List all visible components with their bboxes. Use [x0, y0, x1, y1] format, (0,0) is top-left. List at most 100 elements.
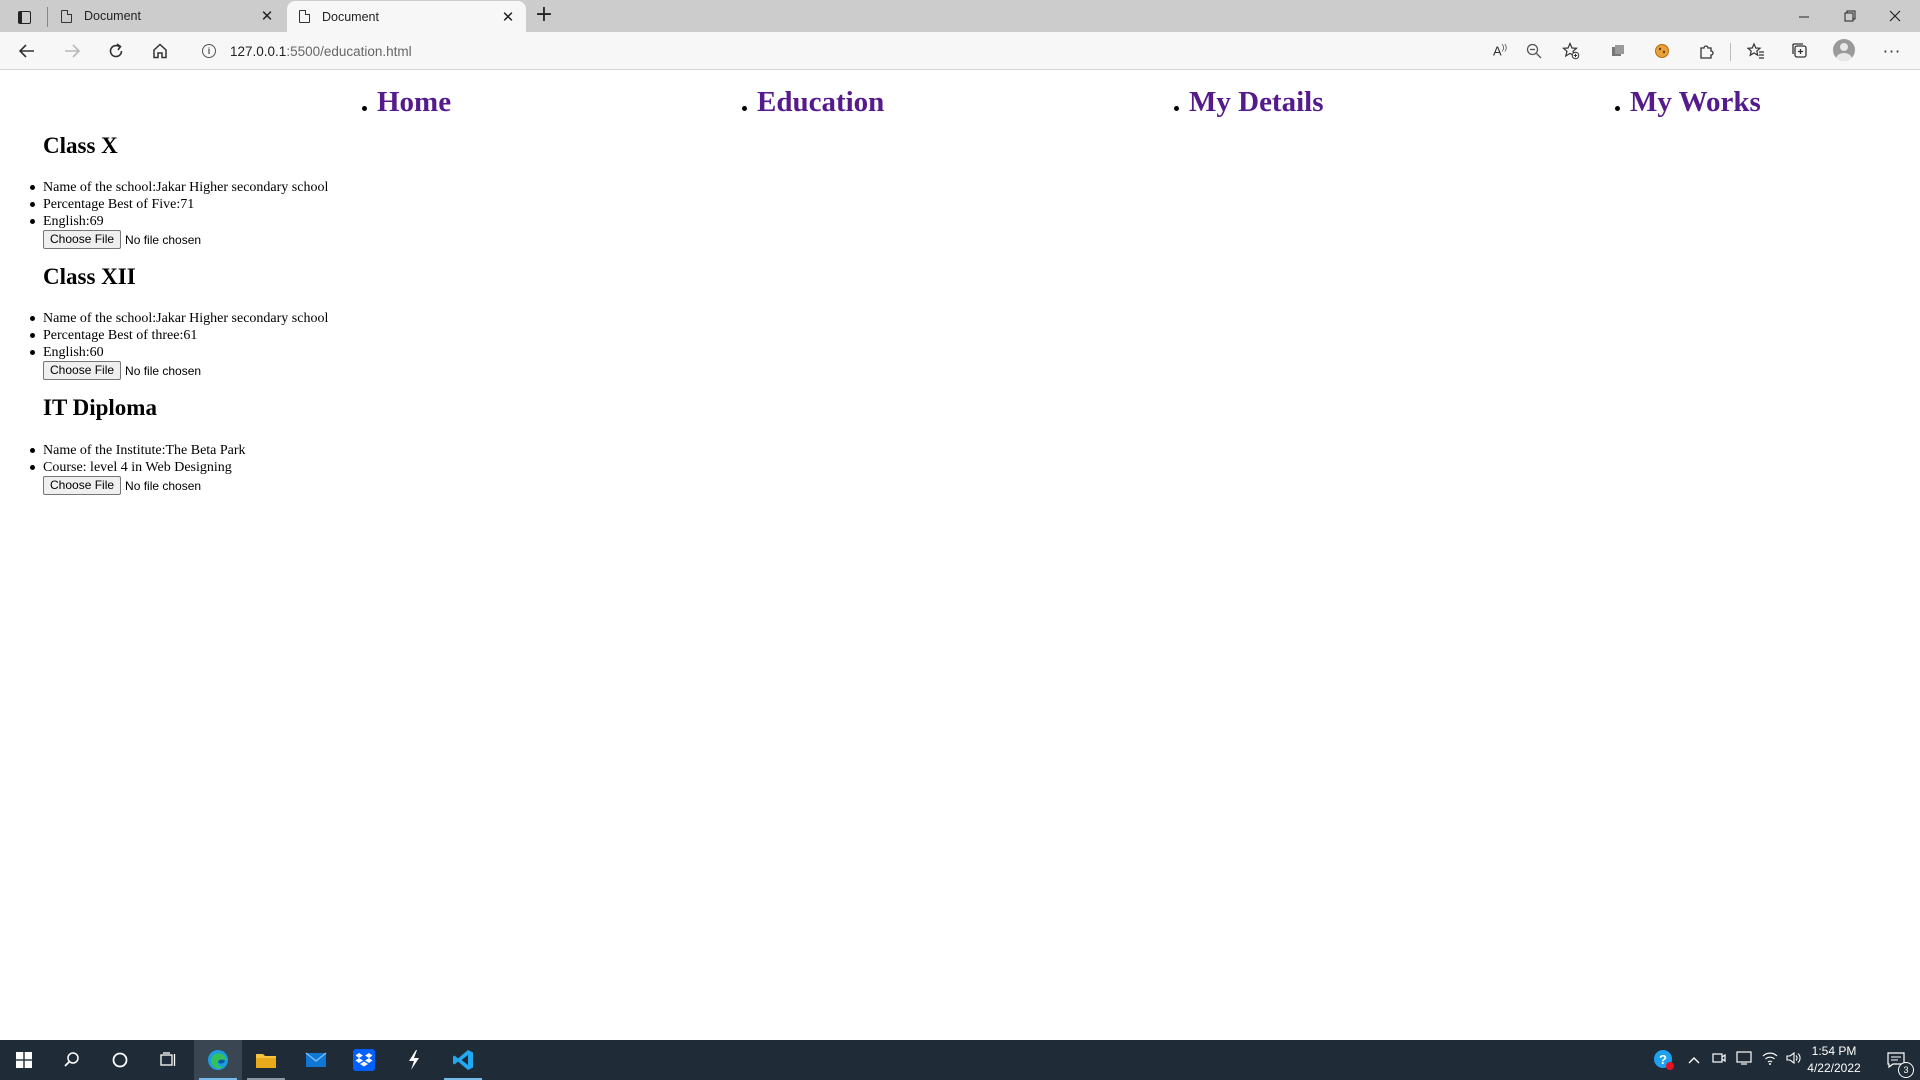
minimize-button[interactable]: [1782, 4, 1826, 28]
main-nav: Home Education My Details My Works: [0, 82, 1920, 122]
close-window-button[interactable]: [1873, 4, 1917, 28]
search-icon: [64, 1052, 79, 1067]
page-content: Home Education My Details My Works Class…: [0, 70, 1920, 1040]
task-view-icon: [160, 1052, 176, 1066]
chevron-glyph: [1688, 1057, 1700, 1064]
puzzle-icon: [1699, 44, 1714, 59]
extension-button-2[interactable]: [1648, 37, 1676, 65]
list-item: Percentage Best of three:61: [29, 327, 328, 344]
home-button[interactable]: [146, 37, 174, 65]
tab-document-2[interactable]: Document ✕: [287, 1, 526, 32]
settings-menu-button[interactable]: ···: [1878, 37, 1906, 65]
extension-button-1[interactable]: [1604, 37, 1632, 65]
back-button[interactable]: [13, 37, 41, 65]
edge-icon: [208, 1050, 228, 1070]
cortana-icon: [112, 1052, 128, 1068]
bullet-icon: [362, 105, 367, 111]
clock[interactable]: 1:54 PM 4/22/2022: [1800, 1043, 1868, 1077]
cookie-icon: [1655, 44, 1669, 58]
tab-separator: [47, 7, 48, 27]
tab-actions-icon: [17, 10, 31, 24]
nav-link-my-details[interactable]: My Details: [1189, 82, 1324, 122]
meet-now-icon[interactable]: [1712, 1051, 1726, 1070]
taskbar-file-explorer[interactable]: [242, 1040, 290, 1080]
section-heading: IT Diploma: [43, 395, 157, 420]
tab-document-1[interactable]: Document ✕: [49, 0, 285, 32]
taskbar-vscode[interactable]: [439, 1040, 487, 1080]
taskbar-mail[interactable]: [292, 1040, 340, 1080]
url-host: 127.0.0.1: [230, 43, 287, 59]
notification-center-button[interactable]: 3: [1872, 1040, 1920, 1080]
taskbar-app-bolt[interactable]: [390, 1040, 438, 1080]
favorites-button[interactable]: [1742, 37, 1770, 65]
address-bar[interactable]: i 127.0.0.1:5500/education.html: [188, 36, 1584, 66]
file-status: No file chosen: [125, 478, 202, 493]
wifi-icon[interactable]: [1762, 1051, 1778, 1070]
list-item: Name of the school:Jakar Higher secondar…: [29, 311, 329, 326]
notification-badge: 3: [1898, 1062, 1914, 1078]
refresh-button[interactable]: [102, 37, 130, 65]
nav-link-home[interactable]: Home: [377, 82, 451, 122]
choose-file-button[interactable]: Choose File: [43, 230, 122, 249]
toolbar-separator: [1730, 43, 1731, 61]
clock-time: 1:54 PM: [1811, 1044, 1857, 1058]
profile-avatar[interactable]: [1833, 39, 1855, 61]
extensions-button[interactable]: [1692, 37, 1720, 65]
nav-item-my-works: My Works: [1615, 82, 1761, 122]
close-icon[interactable]: ✕: [257, 6, 277, 26]
task-view-button[interactable]: [144, 1040, 192, 1080]
list-item: English:69: [29, 213, 328, 230]
bullet-icon: [1174, 105, 1179, 111]
url-path: :5500/education.html: [286, 43, 412, 59]
zoom-out-button[interactable]: [1520, 37, 1548, 65]
taskbar-dropbox[interactable]: [340, 1040, 388, 1080]
bullet-icon: [1615, 105, 1620, 111]
nav-link-education[interactable]: Education: [757, 82, 884, 122]
mail-icon: [305, 1052, 327, 1067]
wifi-glyph: [1762, 1052, 1778, 1065]
close-icon[interactable]: ✕: [498, 7, 518, 27]
choose-file-button[interactable]: Choose File: [43, 361, 122, 380]
section-heading: Class XII: [43, 264, 136, 289]
taskbar: ? 1:54 PM 4/22/2022 3: [0, 1040, 1920, 1080]
new-tab-button[interactable]: +: [532, 4, 556, 28]
tab-strip: Document ✕ Document ✕ +: [0, 0, 1920, 32]
nav-link-my-works[interactable]: My Works: [1630, 82, 1761, 122]
page-icon: [299, 10, 310, 23]
help-glyph: ?: [1654, 1050, 1674, 1070]
detail-list: Name of the school:Jakar Higher secondar…: [29, 179, 328, 230]
forward-button[interactable]: [58, 37, 86, 65]
info-icon[interactable]: i: [202, 44, 216, 58]
bullet-icon: [742, 105, 747, 111]
choose-file-button[interactable]: Choose File: [43, 476, 122, 495]
more-icon: ···: [1882, 41, 1902, 61]
cortana-button[interactable]: [96, 1040, 144, 1080]
file-input: Choose File No file chosen: [43, 361, 201, 380]
collections-icon: [1792, 43, 1807, 58]
read-aloud-icon: A)): [1493, 43, 1507, 59]
file-input: Choose File No file chosen: [43, 230, 201, 249]
search-button[interactable]: [48, 1040, 96, 1080]
close-window-icon: [1889, 10, 1901, 22]
browser-toolbar: i 127.0.0.1:5500/education.html A)) ···: [0, 32, 1920, 70]
tab-actions-button[interactable]: [10, 6, 38, 28]
restore-button[interactable]: [1828, 4, 1872, 28]
start-button[interactable]: [0, 1040, 48, 1080]
extension-cube-icon: [1612, 45, 1624, 56]
read-aloud-button[interactable]: A)): [1486, 37, 1514, 65]
forward-arrow-icon: [65, 44, 81, 58]
chevron-up-icon[interactable]: [1688, 1052, 1700, 1068]
taskbar-edge[interactable]: [194, 1040, 242, 1080]
detail-list: Name of the Institute:The Beta Park Cour…: [30, 442, 246, 476]
system-tray: ?: [1652, 1040, 1802, 1080]
help-icon[interactable]: ?: [1652, 1048, 1676, 1072]
add-favorite-button[interactable]: [1557, 37, 1585, 65]
collections-button[interactable]: [1786, 37, 1814, 65]
file-status: No file chosen: [125, 363, 202, 378]
nav-item-home: Home: [362, 82, 451, 122]
page-icon: [61, 9, 72, 23]
display-icon[interactable]: [1736, 1050, 1752, 1070]
tab-title: Document: [84, 9, 141, 23]
bolt-icon: [409, 1050, 419, 1070]
list-item: Percentage Best of Five:71: [29, 196, 328, 213]
